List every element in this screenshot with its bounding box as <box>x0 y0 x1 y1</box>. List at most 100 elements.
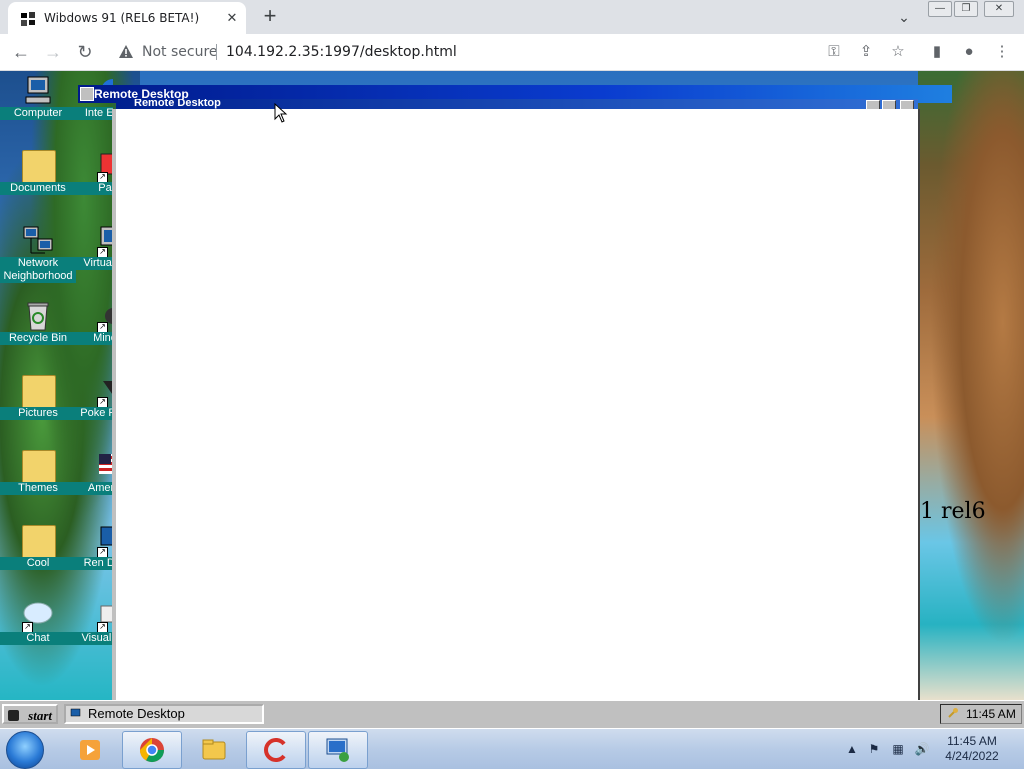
web-page-desktop: 1 rel6 Computer Documents Network Neighb… <box>0 71 1024 700</box>
desktop-icon-label: Inte Exp <box>75 107 113 120</box>
minimize-window-button[interactable]: — <box>928 1 952 17</box>
desktop-icon-recycle-bin[interactable]: Recycle Bin <box>0 296 76 368</box>
mouse-cursor-icon <box>274 103 288 123</box>
start-label: start <box>28 708 52 723</box>
desktop-icon-cool[interactable]: Cool <box>0 521 76 593</box>
inner-window-title: Remote Desktop <box>134 99 221 109</box>
taskbar-remote-desktop[interactable] <box>308 731 368 769</box>
desktop-icon-pokemon[interactable]: ↗ Poke Plati <box>75 371 113 443</box>
taskbar-button-label: Remote Desktop <box>88 706 185 721</box>
key-icon[interactable] <box>947 707 959 719</box>
chrome-icon <box>140 738 164 763</box>
profile-avatar-icon[interactable]: ● <box>959 42 979 62</box>
desktop-icon-label: Americ <box>75 482 113 495</box>
start-button[interactable]: start <box>2 704 58 724</box>
remote-desktop-icon <box>326 738 349 762</box>
computer-icon <box>25 76 51 104</box>
desktop-icon-label: Chat <box>0 632 76 645</box>
recycle-bin-icon <box>27 302 49 331</box>
desktop-icon-label: Virtual M <box>75 257 113 270</box>
desktop-icon-label: Documents <box>0 182 76 195</box>
browser-toolbar: ← → ↻ Not secure 104.192.2.35:1997/deskt… <box>0 34 1024 71</box>
desktop-icon-virtual-machine[interactable]: ↗ Virtual M <box>75 221 113 293</box>
desktop-icon-label: Visual Co <box>75 632 113 645</box>
taskbar-ccleaner[interactable] <box>246 731 306 769</box>
desktop-icon-minesweeper[interactable]: ↗ Mine <box>75 296 113 368</box>
w93-taskbar: start Remote Desktop 11:45 AM <box>0 700 1024 729</box>
remote-desktop-icon <box>70 708 81 717</box>
desktop-icon-label: Themes <box>0 482 76 495</box>
desktop-icon-america[interactable]: Americ <box>75 446 113 518</box>
tab-search-chevron-icon[interactable]: ⌄ <box>892 6 916 28</box>
back-arrow-icon[interactable]: ← <box>8 40 34 64</box>
folder-icon <box>22 450 56 484</box>
desktop-icon-visual-code[interactable]: ↗ Visual Co <box>75 596 113 668</box>
desktop-icon-label: Pictures <box>0 407 76 420</box>
share-icon[interactable]: ⇪ <box>856 42 876 62</box>
browser-tab-active[interactable]: Wibdows 91 (REL6 BETA!) ✕ <box>8 2 246 34</box>
show-hidden-icons-icon[interactable]: ▲ <box>844 741 860 757</box>
browser-tab-strip: Wibdows 91 (REL6 BETA!) ✕ + ⌄ — ❐ ✕ <box>0 0 1024 34</box>
window-app-icon <box>80 87 94 101</box>
desktop-icon-themes[interactable]: Themes <box>0 446 76 518</box>
volume-icon[interactable]: 🔊 <box>914 741 930 757</box>
desktop-icon-internet-explorer[interactable]: Inte Exp <box>75 71 113 143</box>
address-divider <box>216 44 217 60</box>
restore-window-button[interactable]: ❐ <box>954 1 978 17</box>
desktop-icon-chat[interactable]: ↗ Chat <box>0 596 76 668</box>
folder-icon <box>22 525 56 559</box>
side-panel-icon[interactable]: ▮ <box>927 42 947 62</box>
wibdows-favicon-icon <box>21 12 35 26</box>
ccleaner-icon <box>264 738 286 762</box>
w93-clock: 11:45 AM <box>966 707 1016 721</box>
desktop-icon-label: Poke Plati <box>75 407 113 420</box>
wallpaper-palm-right <box>918 71 1024 700</box>
key-icon[interactable]: ⚿ <box>824 42 844 62</box>
flag-icon <box>99 454 113 474</box>
new-tab-button[interactable]: + <box>258 5 282 29</box>
system-clock[interactable]: 11:45 AM 4/24/2022 <box>932 734 1012 764</box>
action-center-flag-icon[interactable]: ⚑ <box>866 741 882 757</box>
network-tray-icon[interactable]: ▦ <box>890 741 906 757</box>
desktop-icon-label: Pa <box>75 182 113 195</box>
desktop-icon-remote-desktop[interactable]: ↗ Ren Des <box>75 521 113 593</box>
desktop-icon-label: Recycle Bin <box>0 332 76 345</box>
more-menu-icon[interactable]: ⋮ <box>992 42 1012 62</box>
close-window-button[interactable]: ✕ <box>984 1 1014 17</box>
explorer-icon <box>202 739 226 760</box>
url-text[interactable]: 104.192.2.35:1997/desktop.html <box>226 44 457 60</box>
bookmark-star-icon[interactable]: ☆ <box>888 42 908 62</box>
forward-arrow-icon[interactable]: → <box>40 40 66 64</box>
w93-system-tray: 11:45 AM <box>940 704 1022 724</box>
not-secure-label[interactable]: Not secure <box>142 44 218 60</box>
warning-triangle-icon[interactable] <box>118 44 134 60</box>
network-icon <box>23 226 53 254</box>
taskbar-remote-desktop-button[interactable]: Remote Desktop <box>64 704 264 724</box>
windows7-taskbar: ▲ ⚑ ▦ 🔊 11:45 AM 4/24/2022 <box>0 728 1024 769</box>
reload-icon[interactable]: ↻ <box>72 40 98 64</box>
remote-desktop-content[interactable] <box>112 109 920 700</box>
desktop-icon-documents[interactable]: Documents <box>0 146 76 218</box>
taskbar-explorer[interactable] <box>184 731 244 769</box>
clock-time: 11:45 AM <box>947 734 997 748</box>
tab-close-icon[interactable]: ✕ <box>222 8 242 28</box>
address-bar[interactable]: Not secure 104.192.2.35:1997/desktop.htm… <box>108 38 818 66</box>
windows-start-orb-icon[interactable] <box>6 731 44 769</box>
desktop-icon-pictures[interactable]: Pictures <box>0 371 76 443</box>
desktop-icon-network[interactable]: Network Neighborhood <box>0 221 76 293</box>
desktop-icon-label: Cool <box>0 557 76 570</box>
media-player-icon <box>80 740 100 760</box>
desktop-icon-label: Network Neighborhood <box>0 257 76 283</box>
taskbar-media-player[interactable] <box>60 731 120 769</box>
taskbar-chrome[interactable] <box>122 731 182 769</box>
desktop-icon-label: Ren Des <box>75 557 113 570</box>
desktop-icon-label: Mine <box>75 332 113 345</box>
start-logo-icon <box>8 710 19 721</box>
clock-date: 4/24/2022 <box>945 749 999 763</box>
desktop-icon-computer[interactable]: Computer <box>0 71 76 143</box>
folder-icon <box>22 150 56 184</box>
desktop-icon-label: Computer <box>0 107 76 120</box>
folder-icon <box>22 375 56 409</box>
desktop-icon-paint[interactable]: ↗ Pa <box>75 146 113 218</box>
wallpaper-text: 1 rel6 <box>920 499 986 524</box>
